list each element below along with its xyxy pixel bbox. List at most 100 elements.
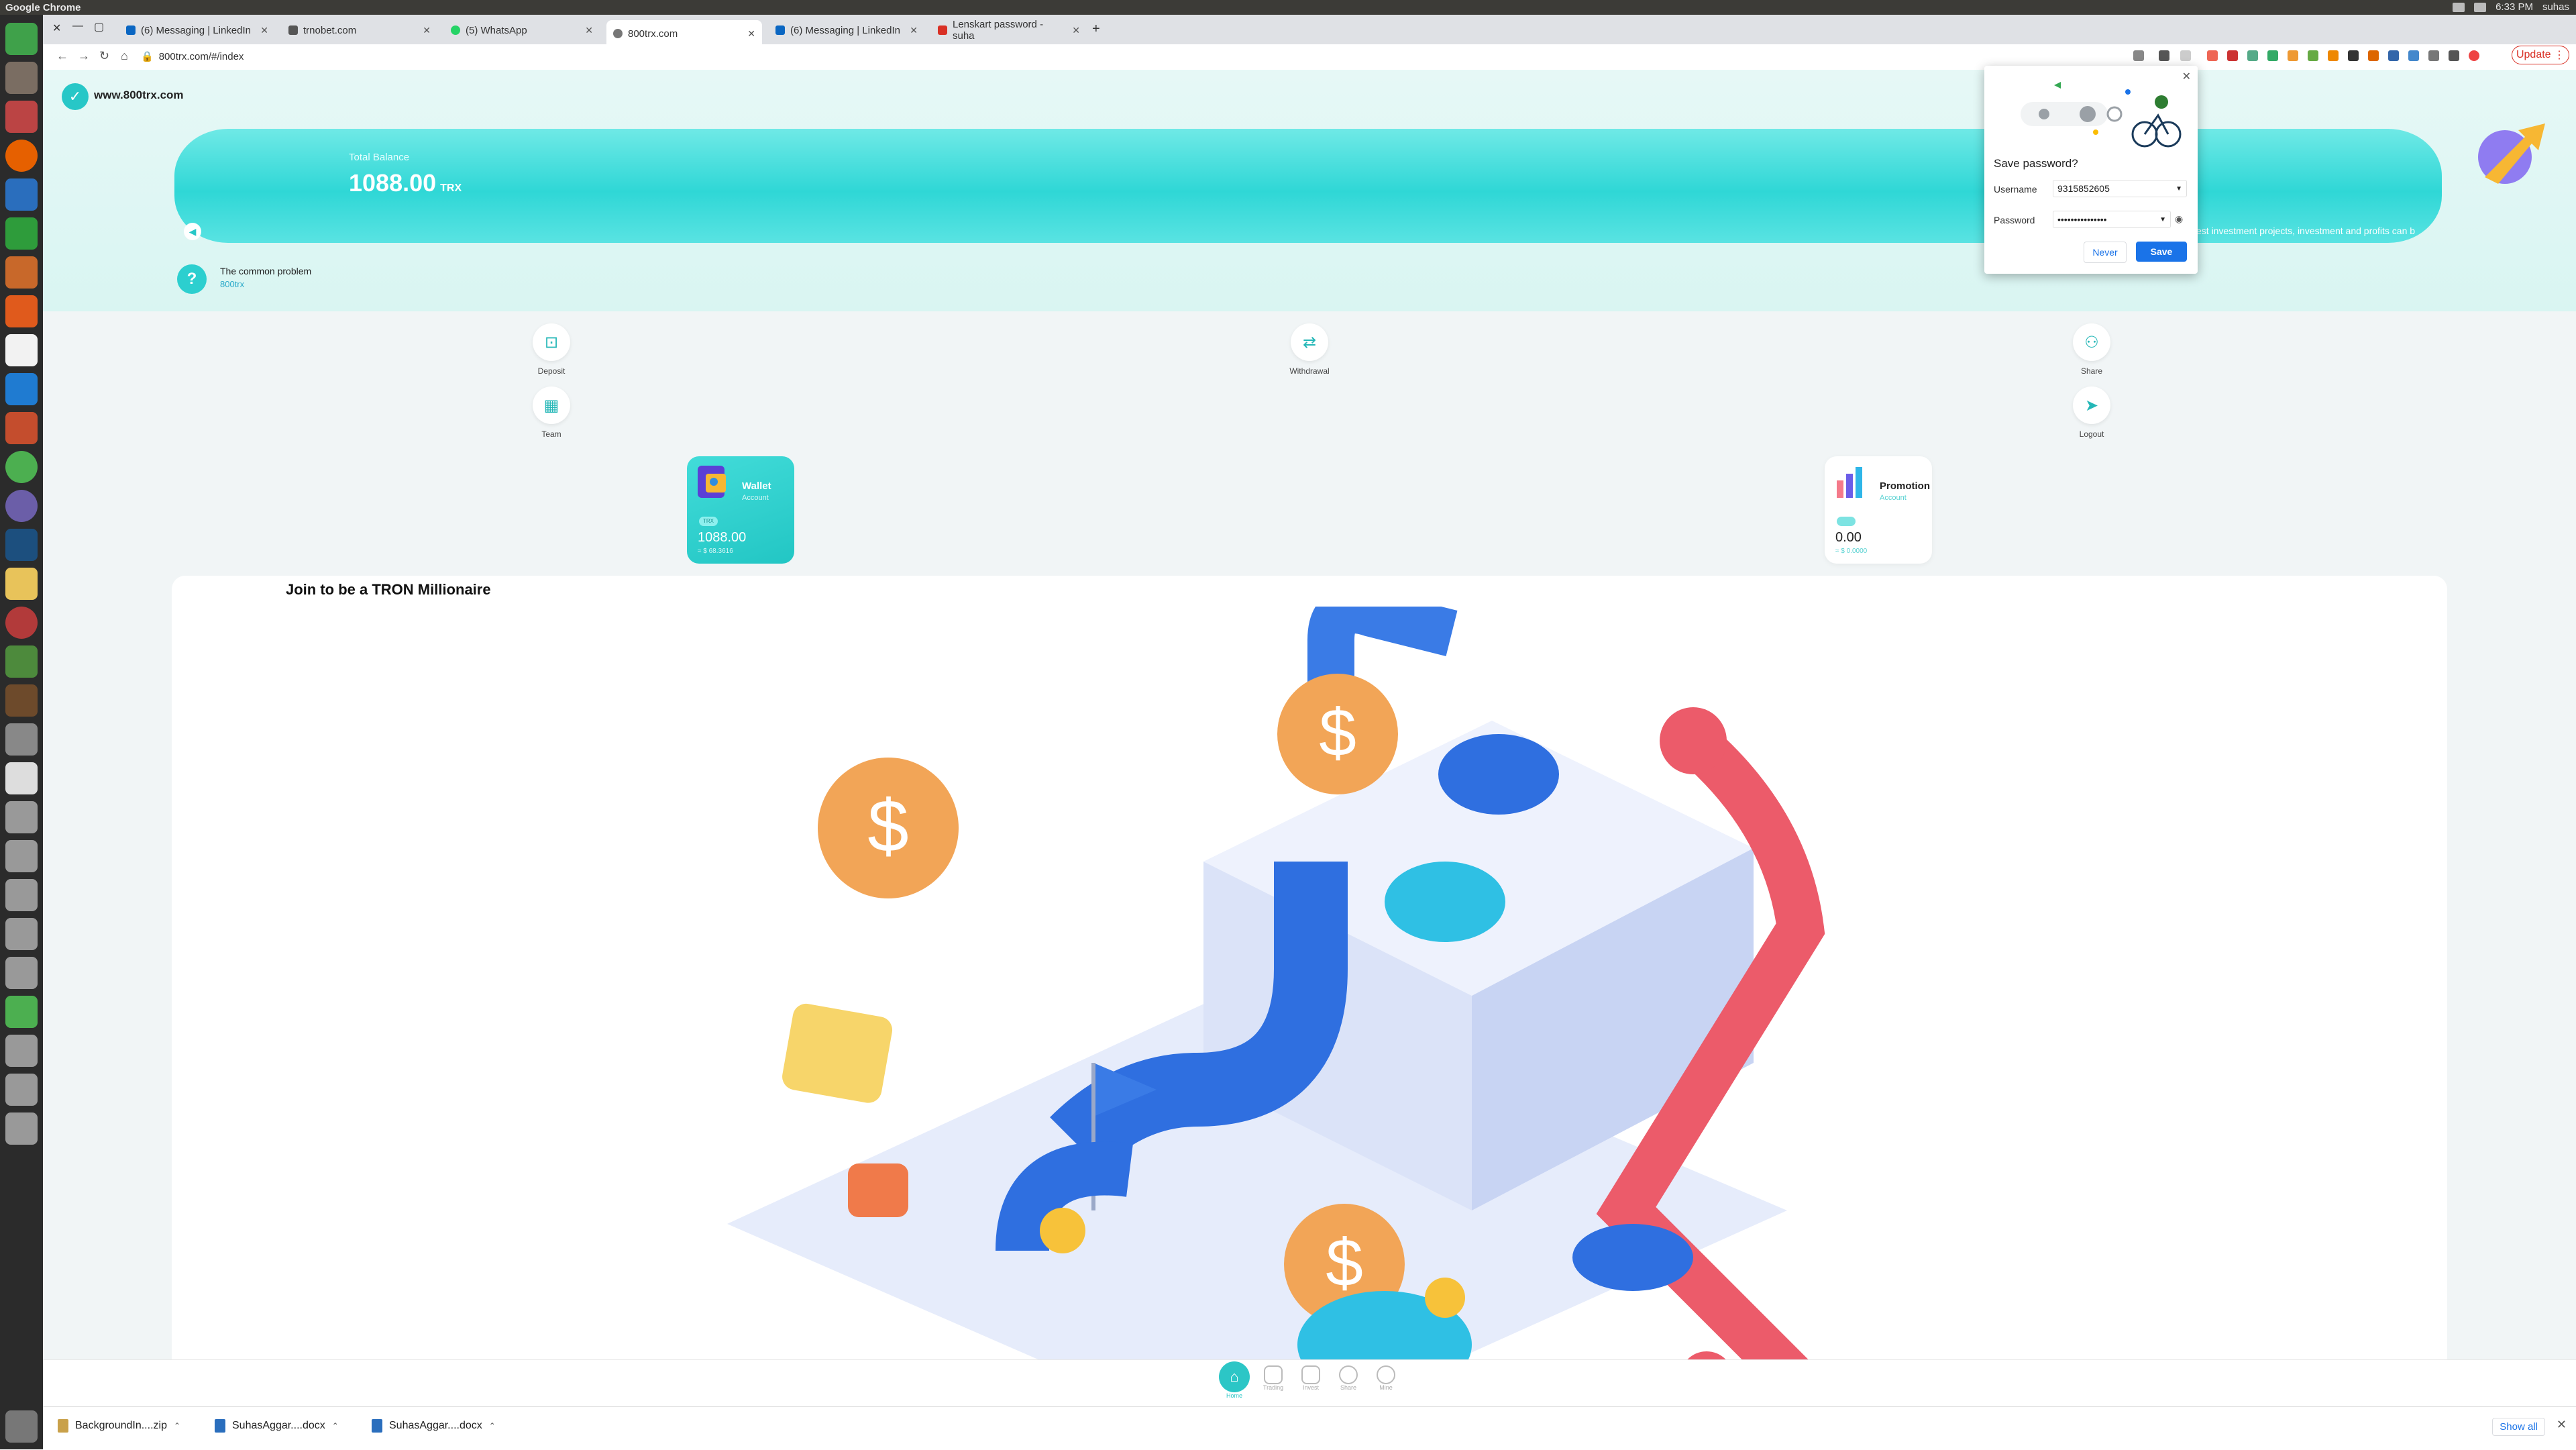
promotion-card[interactable]: Promotion Account 0.00 ≈ $ 0.0000 [1825,456,1932,564]
text-editor-icon[interactable] [5,762,38,794]
eye-icon[interactable]: ◉ [2175,213,2183,225]
password-key-icon[interactable] [2133,50,2144,61]
chevron-up-icon[interactable]: ⌃ [489,1421,496,1431]
nav-home[interactable]: ⌂ Home [1218,1361,1250,1399]
question-icon[interactable]: ? [177,264,207,294]
tab-close-icon[interactable]: ✕ [910,25,918,36]
faq-title[interactable]: The common problem [220,266,311,276]
tab-close-icon[interactable]: ✕ [260,25,268,36]
disk-4-icon[interactable] [5,918,38,950]
launcher-app-2-icon[interactable] [5,62,38,94]
window-maximize-icon[interactable]: ▢ [94,20,104,34]
tab-close-icon[interactable]: ✕ [585,25,593,36]
extensions-puzzle-icon[interactable] [2428,50,2439,61]
software-center-icon[interactable] [5,295,38,327]
share-button[interactable]: ⚇ Share [2051,323,2132,376]
logout-button[interactable]: ➤ Logout [2051,386,2132,439]
password-field[interactable]: ••••••••••••••• ▼ [2053,211,2171,228]
app-green-icon[interactable] [5,645,38,678]
nav-share[interactable]: Share [1332,1365,1364,1391]
download-item[interactable]: SuhasAggar....docx ⌃ [372,1419,496,1433]
tab-linkedin-1[interactable]: (6) Messaging | LinkedIn ✕ [119,20,275,40]
tab-trnobet[interactable]: trnobet.com ✕ [282,20,437,40]
extension-2-icon[interactable] [2227,50,2238,61]
dropdown-arrow-icon[interactable]: ▼ [2176,185,2182,193]
notes-icon[interactable] [5,568,38,600]
extension-9-icon[interactable] [2368,50,2379,61]
disk-2-icon[interactable] [5,840,38,872]
nav-mine[interactable]: Mine [1370,1365,1402,1391]
app-blue-icon[interactable] [5,529,38,561]
extension-7-icon[interactable] [2328,50,2339,61]
disk-5-icon[interactable] [5,957,38,989]
save-button[interactable]: Save [2136,242,2187,262]
launcher-app-3-icon[interactable] [5,101,38,133]
sidebar-icon[interactable] [2449,50,2459,61]
tab-lenskart[interactable]: Lenskart password - suha ✕ [931,19,1087,42]
chevron-up-icon[interactable]: ⌃ [332,1421,339,1431]
window-minimize-icon[interactable]: — [72,20,83,32]
send-icon[interactable] [2159,50,2169,61]
extension-8-icon[interactable] [2348,50,2359,61]
disk-7-icon[interactable] [5,1035,38,1067]
writer-icon[interactable] [5,178,38,211]
reload-icon[interactable]: ↻ [99,49,109,63]
app-round-icon[interactable] [5,490,38,522]
volume-icon[interactable] [2474,2,2487,12]
faq-link[interactable]: 800trx [220,279,244,289]
show-all-downloads-button[interactable]: Show all [2492,1418,2545,1436]
site-logo-icon[interactable]: ✓ [62,83,89,110]
clock[interactable]: 6:33 PM [2496,1,2533,13]
wallet-card[interactable]: Wallet Account TRX 1088.00 ≈ $ 68.3616 [687,456,794,564]
forward-icon[interactable]: → [78,49,90,63]
extension-6-icon[interactable] [2308,50,2318,61]
extension-5-icon[interactable] [2288,50,2298,61]
app-red-icon[interactable] [5,607,38,639]
team-button[interactable]: ▦ Team [511,386,592,439]
profile-avatar-icon[interactable] [2469,50,2479,61]
window-close-icon[interactable]: ✕ [52,21,61,35]
disk-1-icon[interactable] [5,801,38,833]
download-item[interactable]: BackgroundIn....zip ⌃ [58,1419,180,1433]
tab-linkedin-2[interactable]: (6) Messaging | LinkedIn ✕ [769,20,924,40]
trash-icon[interactable] [5,1410,38,1443]
disk-6-icon[interactable] [5,996,38,1028]
home-icon[interactable]: ⌂ [121,49,128,63]
chrome-icon[interactable] [5,451,38,483]
tab-close-icon[interactable]: ✕ [747,28,755,40]
amazon-icon[interactable] [5,334,38,366]
update-button[interactable]: Update ⋮ [2512,46,2569,64]
disk-9-icon[interactable] [5,1112,38,1145]
vscode-icon[interactable] [5,373,38,405]
nav-trading[interactable]: Trading [1257,1365,1289,1391]
tab-whatsapp[interactable]: (5) WhatsApp ✕ [444,20,600,40]
launcher-app-1-icon[interactable] [5,23,38,55]
chevron-up-icon[interactable]: ⌃ [174,1421,180,1431]
network-icon[interactable] [2453,2,2465,12]
app-brown-icon[interactable] [5,684,38,717]
drive-icon[interactable] [5,723,38,756]
user-menu[interactable]: suhas [2542,1,2569,13]
new-tab-button[interactable]: + [1092,21,1100,37]
extension-1-icon[interactable] [2207,50,2218,61]
withdrawal-button[interactable]: ⇄ Withdrawal [1269,323,1350,376]
deposit-button[interactable]: ⊡ Deposit [511,323,592,376]
extension-3-icon[interactable] [2247,50,2258,61]
nav-invest[interactable]: Invest [1295,1365,1327,1391]
close-icon[interactable]: ✕ [2557,1418,2567,1432]
download-item[interactable]: SuhasAggar....docx ⌃ [215,1419,339,1433]
never-button[interactable]: Never [2084,242,2127,263]
extension-4-icon[interactable] [2267,50,2278,61]
impress-icon[interactable] [5,256,38,289]
settings-icon[interactable] [5,412,38,444]
disk-8-icon[interactable] [5,1074,38,1106]
address-bar[interactable]: 🔒 800trx.com/#/index [141,48,2187,64]
tab-800trx[interactable]: 800trx.com ✕ [606,20,762,47]
dropdown-arrow-icon[interactable]: ▼ [2159,216,2166,223]
username-field[interactable]: 9315852605 ▼ [2053,180,2187,197]
back-icon[interactable]: ← [56,49,68,63]
firefox-icon[interactable] [5,140,38,172]
tab-close-icon[interactable]: ✕ [1072,25,1080,36]
extension-11-icon[interactable] [2408,50,2419,61]
bookmark-star-icon[interactable] [2180,50,2191,61]
